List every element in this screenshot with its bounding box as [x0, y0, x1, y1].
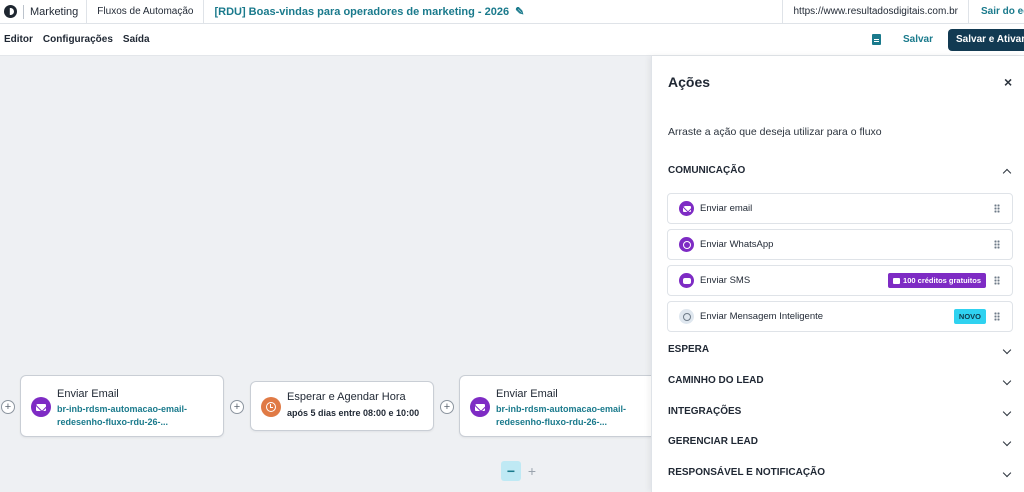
flow-canvas[interactable]: + Enviar Email br-inb-rdsm-automacao-ema… [0, 56, 663, 492]
node-send-email[interactable]: Enviar Email br-inb-rdsm-automacao-email… [459, 375, 663, 437]
chevron-up-icon [1002, 168, 1012, 177]
zoom-in-button[interactable]: + [522, 461, 542, 481]
section-label: GERENCIAR LEAD [668, 436, 759, 447]
node-title: Esperar e Agendar Hora [287, 391, 406, 403]
section-label: RESPONSÁVEL E NOTIFICAÇÃO [668, 467, 826, 478]
chevron-down-icon [1002, 376, 1012, 385]
section-integrations[interactable]: INTEGRAÇÕES [668, 406, 1012, 417]
save-button[interactable]: Salvar [903, 34, 933, 45]
breadcrumb-automation-flows[interactable]: Fluxos de Automação [87, 0, 205, 23]
gift-icon [893, 277, 901, 284]
section-wait[interactable]: ESPERA [668, 344, 1012, 355]
chevron-down-icon [1002, 468, 1012, 477]
divider [23, 4, 24, 19]
node-detail: após 5 dias entre 08:00 e 10:00 [287, 408, 420, 418]
close-icon[interactable]: × [1004, 74, 1012, 90]
add-step-button[interactable]: + [230, 400, 244, 414]
exit-editor-button[interactable]: Sair do editor [968, 0, 1024, 23]
section-label: INTEGRAÇÕES [668, 406, 742, 417]
menu-settings[interactable]: Configurações [43, 34, 113, 45]
document-icon[interactable] [871, 34, 881, 45]
section-label: CAMINHO DO LEAD [668, 375, 764, 386]
action-send-sms[interactable]: Enviar SMS 100 créditos gratuitos [667, 265, 1013, 296]
add-step-button[interactable]: + [1, 400, 15, 414]
drag-handle-icon[interactable] [994, 204, 1000, 213]
action-label: Enviar Mensagem Inteligente [700, 311, 824, 322]
node-detail: redesenho-fluxo-rdu-26-... [57, 417, 169, 427]
pencil-icon[interactable]: ✎ [515, 5, 524, 18]
action-label: Enviar WhatsApp [700, 239, 774, 250]
flow-title[interactable]: [RDU] Boas-vindas para operadores de mar… [204, 0, 782, 23]
menu-exit[interactable]: Saída [123, 34, 150, 45]
email-icon [470, 397, 490, 417]
drag-handle-icon[interactable] [994, 240, 1000, 249]
zoom-out-button[interactable]: − [501, 461, 521, 481]
clock-icon [261, 397, 281, 417]
section-manage-lead[interactable]: GERENCIAR LEAD [668, 436, 1012, 447]
section-communication[interactable]: COMUNICAÇÃO [668, 165, 1012, 177]
drag-handle-icon[interactable] [994, 312, 1000, 321]
brand-label: Marketing [30, 5, 79, 18]
node-detail: redesenho-fluxo-rdu-26-... [496, 417, 608, 427]
node-detail: br-inb-rdsm-automacao-email- [496, 404, 627, 414]
section-lead-path[interactable]: CAMINHO DO LEAD [668, 375, 1012, 386]
smart-message-icon [679, 309, 694, 324]
free-credits-badge: 100 créditos gratuitos [888, 273, 986, 288]
chevron-down-icon [1002, 345, 1012, 354]
save-activate-button[interactable]: Salvar e Ativar [948, 28, 1024, 51]
sms-icon [679, 273, 694, 288]
panel-title: Ações [668, 74, 711, 90]
logo-icon [4, 5, 17, 18]
flow-title-text: [RDU] Boas-vindas para operadores de mar… [214, 5, 510, 18]
section-label: ESPERA [668, 344, 710, 355]
brand[interactable]: Marketing [0, 0, 88, 23]
email-icon [679, 201, 694, 216]
action-send-email[interactable]: Enviar email [667, 193, 1013, 224]
section-owner-notification[interactable]: RESPONSÁVEL E NOTIFICAÇÃO [668, 467, 1012, 478]
new-badge: NOVO [953, 309, 986, 324]
top-bar: Marketing Fluxos de Automação [RDU] Boas… [0, 0, 1024, 24]
node-wait-schedule[interactable]: Esperar e Agendar Hora após 5 dias entre… [250, 381, 434, 431]
action-send-smart-message[interactable]: Enviar Mensagem Inteligente NOVO [667, 301, 1013, 332]
badge-text: 100 créditos gratuitos [903, 276, 981, 285]
node-title: Enviar Email [496, 388, 558, 400]
panel-description: Arraste a ação que deseja utilizar para … [668, 126, 882, 138]
menu-bar: Editor Configurações Saída Salvar Salvar… [0, 24, 1024, 56]
add-step-button[interactable]: + [440, 400, 454, 414]
action-label: Enviar SMS [700, 275, 751, 286]
section-label: COMUNICAÇÃO [668, 165, 746, 176]
whatsapp-icon [679, 237, 694, 252]
action-send-whatsapp[interactable]: Enviar WhatsApp [667, 229, 1013, 260]
chevron-down-icon [1002, 407, 1012, 416]
node-title: Enviar Email [57, 388, 119, 400]
site-url: https://www.resultadosdigitais.com.br [782, 0, 968, 23]
node-detail: br-inb-rdsm-automacao-email- [57, 404, 188, 414]
menu-editor[interactable]: Editor [4, 34, 33, 45]
chevron-down-icon [1002, 437, 1012, 446]
email-icon [31, 397, 51, 417]
node-send-email[interactable]: Enviar Email br-inb-rdsm-automacao-email… [20, 375, 224, 437]
action-label: Enviar email [700, 203, 753, 214]
drag-handle-icon[interactable] [994, 276, 1000, 285]
actions-panel: Ações × Arraste a ação que deseja utiliz… [651, 56, 1024, 492]
